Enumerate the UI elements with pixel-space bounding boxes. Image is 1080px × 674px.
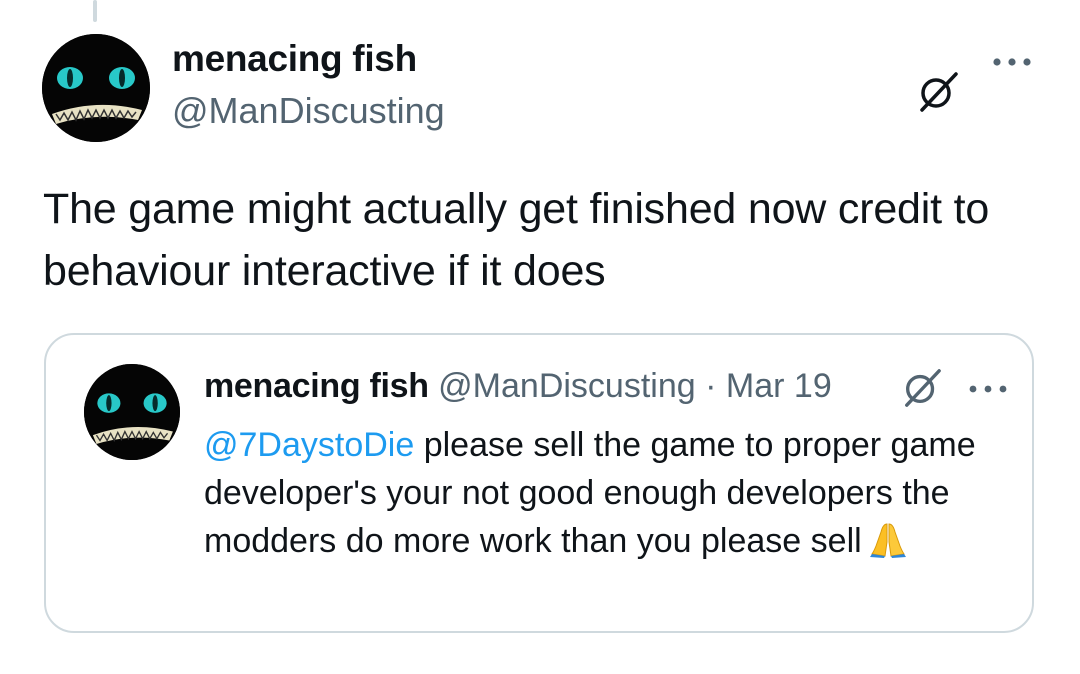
quoted-tweet-date[interactable]: Mar 19 xyxy=(726,367,832,405)
quoted-author-avatar[interactable] xyxy=(84,364,180,460)
tweet-text: The game might actually get finished now… xyxy=(43,185,990,295)
quoted-tweet-header: menacing fish @ManDiscusting · Mar 19 xyxy=(204,367,832,406)
thread-connector-line xyxy=(93,0,97,22)
folded-hands-emoji-icon xyxy=(868,520,908,558)
author-handle[interactable]: @ManDiscusting xyxy=(172,90,445,132)
quoted-author-handle[interactable]: @ManDiscusting xyxy=(438,367,696,405)
author-avatar[interactable] xyxy=(42,34,150,142)
more-options-icon[interactable] xyxy=(990,52,1034,72)
quoted-author-name[interactable]: menacing fish xyxy=(204,367,429,405)
grok-icon[interactable] xyxy=(916,70,960,114)
more-options-icon[interactable] xyxy=(966,379,1010,399)
grok-icon[interactable] xyxy=(901,367,943,409)
author-name[interactable]: menacing fish xyxy=(172,38,417,80)
quoted-tweet-text: @7DaystoDie please sell the game to prop… xyxy=(204,421,1004,565)
quoted-tweet-card[interactable]: menacing fish @ManDiscusting · Mar 19 @7… xyxy=(44,333,1034,633)
mention-link[interactable]: @7DaystoDie xyxy=(204,426,414,464)
header-separator: · xyxy=(705,367,717,405)
grinning-cat-avatar-icon xyxy=(42,34,150,142)
grinning-cat-avatar-icon xyxy=(84,364,180,460)
